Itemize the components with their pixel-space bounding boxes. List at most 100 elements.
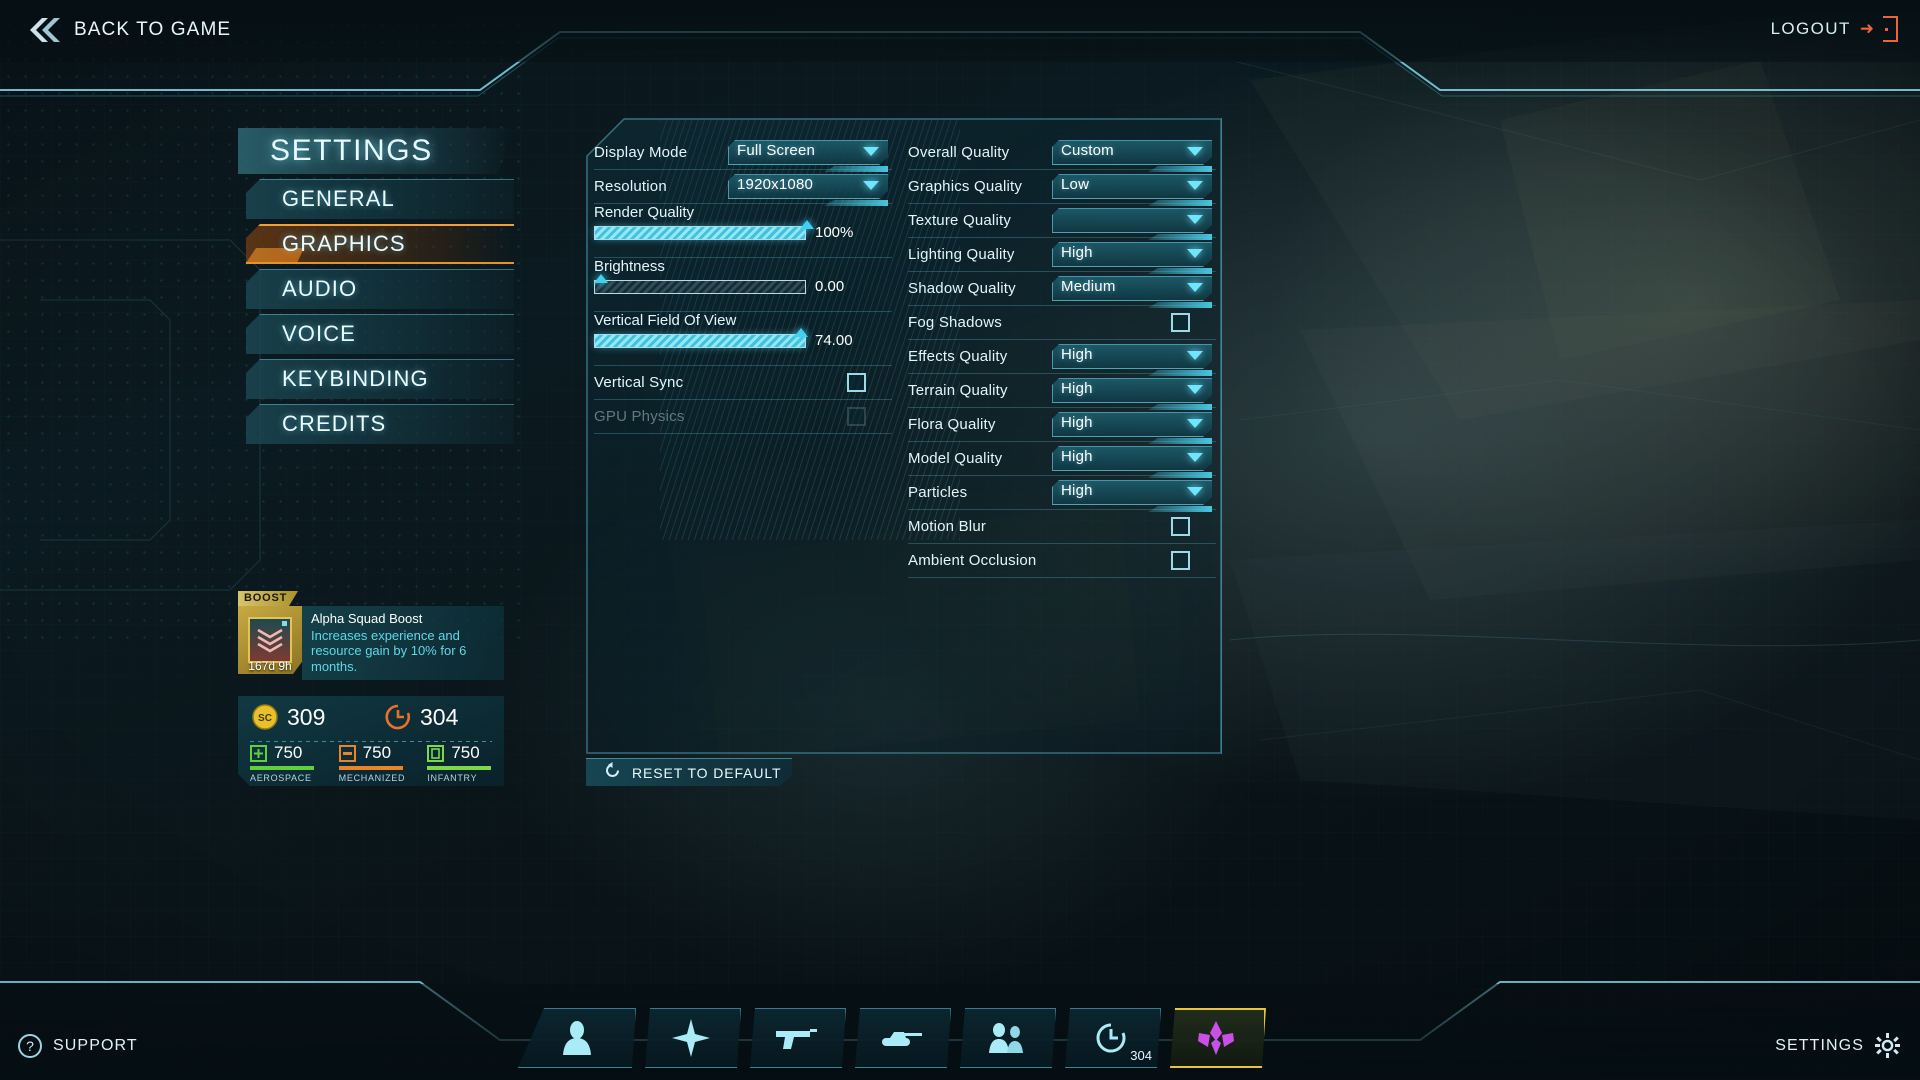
dropdown-resolution[interactable]: 1920x1080 — [728, 174, 888, 206]
dropdown-terrain-quality[interactable]: High — [1052, 378, 1212, 410]
setting-label: Flora Quality — [908, 416, 996, 433]
dropdown-model-quality[interactable]: High — [1052, 446, 1212, 478]
slider-render-quality[interactable]: Render Quality 100% — [594, 204, 886, 241]
dropdown-shadow-quality[interactable]: Medium — [1052, 276, 1212, 308]
checkbox-motion-blur[interactable] — [1171, 517, 1190, 536]
sidebar-item-graphics[interactable]: GRAPHICS — [238, 224, 514, 264]
setting-row-gpu-physics: GPU Physics — [594, 400, 892, 434]
soldier-bust-icon — [557, 1019, 597, 1057]
dropdown-texture-quality[interactable] — [1052, 208, 1212, 240]
nanite-cell[interactable]: 304 — [371, 704, 504, 731]
resource-aerospace[interactable]: 750 AEROSPACE — [238, 743, 327, 784]
tab-social[interactable] — [956, 1008, 1056, 1068]
slider-knob[interactable] — [800, 220, 814, 229]
chevron-down-icon — [1187, 249, 1203, 258]
dropdown-value: 1920x1080 — [737, 176, 814, 193]
setting-label: Ambient Occlusion — [908, 552, 1037, 569]
chevron-down-icon — [1187, 215, 1203, 224]
slider-value: 100% — [815, 224, 854, 241]
logout-door-icon — [1883, 16, 1898, 42]
back-to-game-button[interactable]: BACK TO GAME — [16, 8, 241, 52]
dropdown-effects-quality[interactable]: High — [1052, 344, 1212, 376]
tab-settings[interactable] — [1166, 1008, 1266, 1068]
setting-label: Shadow Quality — [908, 280, 1016, 297]
slider-knob[interactable] — [594, 274, 608, 283]
sidebar-item-keybinding[interactable]: KEYBINDING — [238, 359, 514, 399]
dropdown-overall-quality[interactable]: Custom — [1052, 140, 1212, 172]
chevron-down-icon — [1187, 419, 1203, 428]
tab-vehicles[interactable] — [851, 1008, 951, 1068]
boost-timer: 167d 9h — [248, 659, 292, 673]
nanite-badge: 304 — [1130, 1048, 1152, 1063]
setting-row-lighting-quality: Lighting Quality High — [908, 238, 1216, 274]
logout-button[interactable]: LOGOUT ➜ — [1771, 16, 1898, 42]
resource-row: 750 AEROSPACE 750 MECHANIZED 750 INFANTR… — [238, 738, 504, 784]
setting-label: Model Quality — [908, 450, 1003, 467]
boost-star-icon — [282, 621, 287, 626]
currency-top-row: SC 309 304 — [238, 696, 504, 738]
slider-track[interactable] — [594, 225, 806, 240]
reset-to-default-button[interactable]: RESET TO DEFAULT — [586, 758, 792, 786]
setting-label: Lighting Quality — [908, 246, 1015, 263]
sidebar-item-label: KEYBINDING — [282, 366, 429, 391]
setting-label: Render Quality — [594, 204, 695, 221]
dropdown-value: High — [1061, 414, 1093, 431]
chevron-down-icon — [1187, 147, 1203, 156]
tab-map[interactable]: N — [641, 1008, 741, 1068]
slider-track[interactable] — [594, 333, 806, 348]
dropdown-particles[interactable]: High — [1052, 480, 1212, 512]
right-settings-column: Overall Quality Custom Graphics Quality Low… — [908, 136, 1216, 578]
resource-bar — [250, 766, 314, 770]
setting-row-particles: Particles High — [908, 476, 1216, 512]
checkbox-vertical-sync[interactable] — [847, 373, 866, 392]
resource-top: 750 — [339, 743, 416, 763]
sidebar-item-voice[interactable]: VOICE — [238, 314, 514, 354]
slider-knob[interactable] — [793, 328, 808, 337]
boost-card[interactable]: BOOST 167d 9h Alpha Squad Boost Increase… — [238, 591, 504, 680]
chevron-down-icon — [1187, 283, 1203, 292]
setting-row-ambient-occlusion: Ambient Occlusion — [908, 544, 1216, 578]
dropdown-flora-quality[interactable]: High — [1052, 412, 1212, 444]
dropdown-lighting-quality[interactable]: High — [1052, 242, 1212, 274]
sidebar-item-label: VOICE — [282, 321, 356, 346]
tab-nanites[interactable]: 304 — [1061, 1008, 1161, 1068]
support-button[interactable]: ? SUPPORT — [18, 1034, 138, 1058]
sidebar-item-audio[interactable]: AUDIO — [238, 269, 514, 309]
slider-vertical-field-of-view[interactable]: Vertical Field Of View 74.00 — [594, 312, 886, 349]
tab-character[interactable] — [518, 1008, 636, 1068]
checkbox-ambient-occlusion[interactable] — [1171, 551, 1190, 570]
setting-label: Overall Quality — [908, 144, 1010, 161]
dropdown-graphics-quality[interactable]: Low — [1052, 174, 1212, 206]
slider-value: 0.00 — [815, 278, 845, 295]
nanite-icon — [385, 704, 411, 730]
reset-to-default-label: RESET TO DEFAULT — [632, 764, 782, 781]
resource-mechanized[interactable]: 750 MECHANIZED — [327, 743, 416, 784]
resource-infantry[interactable]: 750 INFANTRY — [415, 743, 504, 784]
sidebar-item-label: GENERAL — [282, 186, 395, 211]
sidebar-item-credits[interactable]: CREDITS — [238, 404, 514, 444]
resource-name: AEROSPACE — [250, 773, 312, 783]
tab-loadout[interactable] — [746, 1008, 846, 1068]
boost-title: Alpha Squad Boost — [311, 611, 423, 626]
station-cash-cell[interactable]: SC 309 — [238, 704, 371, 731]
slider-track[interactable] — [594, 279, 806, 294]
setting-row-flora-quality: Flora Quality High — [908, 408, 1216, 444]
boost-description: Increases experience and resource gain b… — [311, 628, 467, 674]
sidebar-item-label: GRAPHICS — [282, 231, 406, 256]
dropdown-display-mode[interactable]: Full Screen — [728, 140, 888, 172]
slider-line: 100% — [594, 224, 886, 241]
slider-brightness[interactable]: Brightness 0.00 — [594, 258, 886, 295]
svg-text:SC: SC — [258, 713, 272, 724]
setting-row-texture-quality: Texture Quality — [908, 204, 1216, 240]
checkbox-fog-shadows[interactable] — [1171, 313, 1190, 332]
graphics-settings-panel: Display Mode Full Screen Resolution 1920x10… — [586, 118, 1222, 754]
setting-row-overall-quality: Overall Quality Custom — [908, 136, 1216, 172]
resource-bar — [427, 766, 491, 770]
slider-fill — [595, 226, 805, 239]
sidebar-item-general[interactable]: GENERAL — [238, 179, 514, 219]
dropdown-value: High — [1061, 244, 1093, 261]
chevron-rank-icon — [257, 628, 283, 653]
settings-button-bottom[interactable]: SETTINGS — [1775, 1033, 1900, 1058]
setting-row-fog-shadows: Fog Shadows — [908, 306, 1216, 340]
setting-label: Resolution — [594, 178, 667, 195]
